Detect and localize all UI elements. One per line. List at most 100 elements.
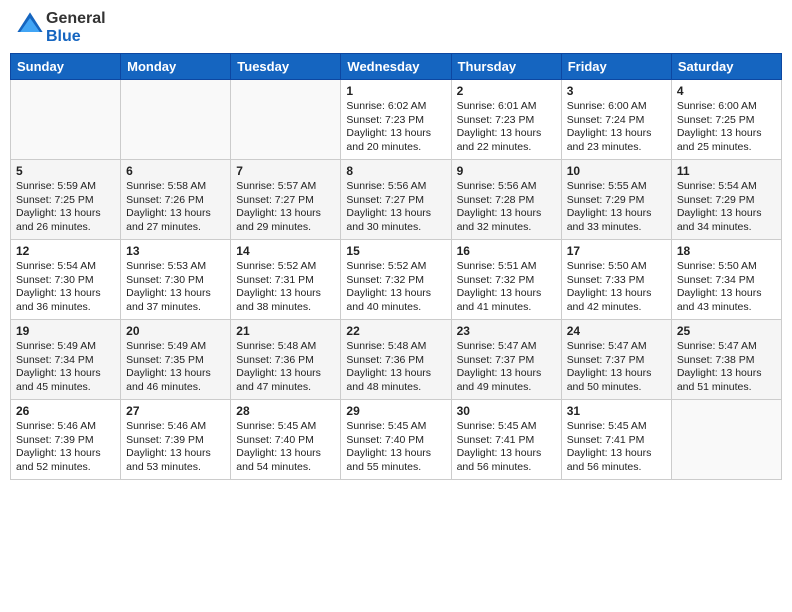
day-detail: Sunrise: 5:55 AM [567,180,666,194]
calendar-day-29: 29Sunrise: 5:45 AMSunset: 7:40 PMDayligh… [341,400,451,480]
calendar-body: 1Sunrise: 6:02 AMSunset: 7:23 PMDaylight… [11,80,782,480]
calendar-day-9: 9Sunrise: 5:56 AMSunset: 7:28 PMDaylight… [451,160,561,240]
day-detail: Sunset: 7:29 PM [677,194,776,208]
day-detail: Daylight: 13 hours [236,367,335,381]
day-detail: Sunrise: 5:47 AM [457,340,556,354]
day-number: 18 [677,244,776,258]
day-detail: Sunset: 7:25 PM [677,114,776,128]
day-detail: and 29 minutes. [236,221,335,235]
day-number: 6 [126,164,225,178]
weekday-header-saturday: Saturday [671,54,781,80]
day-detail: Sunrise: 5:56 AM [457,180,556,194]
day-detail: Sunset: 7:23 PM [457,114,556,128]
calendar-day-31: 31Sunrise: 5:45 AMSunset: 7:41 PMDayligh… [561,400,671,480]
day-detail: Daylight: 13 hours [16,207,115,221]
day-detail: Sunset: 7:38 PM [677,354,776,368]
day-detail: Daylight: 13 hours [126,287,225,301]
calendar-week-row: 5Sunrise: 5:59 AMSunset: 7:25 PMDaylight… [11,160,782,240]
day-detail: Sunrise: 5:50 AM [567,260,666,274]
calendar-day-18: 18Sunrise: 5:50 AMSunset: 7:34 PMDayligh… [671,240,781,320]
day-detail: Sunset: 7:36 PM [236,354,335,368]
calendar-day-empty [231,80,341,160]
day-detail: and 36 minutes. [16,301,115,315]
day-detail: and 56 minutes. [567,461,666,475]
day-detail: Daylight: 13 hours [236,287,335,301]
day-detail: Daylight: 13 hours [567,127,666,141]
day-number: 11 [677,164,776,178]
day-detail: Daylight: 13 hours [236,447,335,461]
day-detail: Daylight: 13 hours [457,207,556,221]
calendar-day-22: 22Sunrise: 5:48 AMSunset: 7:36 PMDayligh… [341,320,451,400]
day-detail: Sunrise: 5:58 AM [126,180,225,194]
calendar-day-1: 1Sunrise: 6:02 AMSunset: 7:23 PMDaylight… [341,80,451,160]
day-detail: Sunrise: 5:56 AM [346,180,445,194]
day-detail: Sunrise: 6:00 AM [677,100,776,114]
day-detail: and 32 minutes. [457,221,556,235]
day-detail: Sunrise: 5:59 AM [16,180,115,194]
day-detail: Daylight: 13 hours [567,287,666,301]
day-detail: Sunrise: 5:52 AM [346,260,445,274]
day-detail: and 30 minutes. [346,221,445,235]
day-detail: Daylight: 13 hours [677,127,776,141]
day-detail: Sunset: 7:33 PM [567,274,666,288]
calendar-day-12: 12Sunrise: 5:54 AMSunset: 7:30 PMDayligh… [11,240,121,320]
calendar-day-7: 7Sunrise: 5:57 AMSunset: 7:27 PMDaylight… [231,160,341,240]
day-detail: Sunrise: 5:51 AM [457,260,556,274]
day-detail: Sunset: 7:34 PM [16,354,115,368]
day-detail: Sunrise: 5:54 AM [677,180,776,194]
day-number: 7 [236,164,335,178]
calendar-day-19: 19Sunrise: 5:49 AMSunset: 7:34 PMDayligh… [11,320,121,400]
day-detail: Daylight: 13 hours [126,367,225,381]
day-detail: Daylight: 13 hours [457,127,556,141]
day-detail: and 55 minutes. [346,461,445,475]
day-detail: and 53 minutes. [126,461,225,475]
day-number: 29 [346,404,445,418]
weekday-header-monday: Monday [121,54,231,80]
day-detail: Sunrise: 6:01 AM [457,100,556,114]
day-detail: Sunset: 7:40 PM [236,434,335,448]
day-detail: Daylight: 13 hours [346,447,445,461]
day-detail: Daylight: 13 hours [677,287,776,301]
day-detail: and 34 minutes. [677,221,776,235]
day-detail: Daylight: 13 hours [16,447,115,461]
day-detail: Sunset: 7:41 PM [567,434,666,448]
day-detail: and 49 minutes. [457,381,556,395]
day-detail: Sunrise: 5:57 AM [236,180,335,194]
day-detail: Sunrise: 5:47 AM [677,340,776,354]
day-number: 2 [457,84,556,98]
day-number: 14 [236,244,335,258]
day-detail: Daylight: 13 hours [236,207,335,221]
day-number: 28 [236,404,335,418]
day-detail: and 33 minutes. [567,221,666,235]
day-detail: and 23 minutes. [567,141,666,155]
weekday-header-row: SundayMondayTuesdayWednesdayThursdayFrid… [11,54,782,80]
calendar-week-row: 1Sunrise: 6:02 AMSunset: 7:23 PMDaylight… [11,80,782,160]
day-detail: and 45 minutes. [16,381,115,395]
calendar-day-3: 3Sunrise: 6:00 AMSunset: 7:24 PMDaylight… [561,80,671,160]
calendar-day-13: 13Sunrise: 5:53 AMSunset: 7:30 PMDayligh… [121,240,231,320]
calendar-day-21: 21Sunrise: 5:48 AMSunset: 7:36 PMDayligh… [231,320,341,400]
day-detail: Daylight: 13 hours [346,207,445,221]
day-detail: Sunrise: 5:50 AM [677,260,776,274]
calendar-day-25: 25Sunrise: 5:47 AMSunset: 7:38 PMDayligh… [671,320,781,400]
calendar-day-8: 8Sunrise: 5:56 AMSunset: 7:27 PMDaylight… [341,160,451,240]
day-detail: Daylight: 13 hours [346,287,445,301]
calendar-day-27: 27Sunrise: 5:46 AMSunset: 7:39 PMDayligh… [121,400,231,480]
calendar-day-17: 17Sunrise: 5:50 AMSunset: 7:33 PMDayligh… [561,240,671,320]
day-detail: Sunset: 7:24 PM [567,114,666,128]
logo-text-blue: Blue [46,28,106,46]
calendar-day-28: 28Sunrise: 5:45 AMSunset: 7:40 PMDayligh… [231,400,341,480]
day-number: 4 [677,84,776,98]
day-number: 9 [457,164,556,178]
day-detail: Sunrise: 6:02 AM [346,100,445,114]
day-detail: and 27 minutes. [126,221,225,235]
day-detail: and 41 minutes. [457,301,556,315]
calendar-day-30: 30Sunrise: 5:45 AMSunset: 7:41 PMDayligh… [451,400,561,480]
day-detail: Sunrise: 5:52 AM [236,260,335,274]
day-detail: Sunset: 7:31 PM [236,274,335,288]
day-detail: Sunrise: 5:48 AM [236,340,335,354]
day-detail: and 38 minutes. [236,301,335,315]
day-detail: Sunset: 7:35 PM [126,354,225,368]
day-detail: Sunrise: 5:54 AM [16,260,115,274]
day-detail: Sunrise: 5:49 AM [126,340,225,354]
